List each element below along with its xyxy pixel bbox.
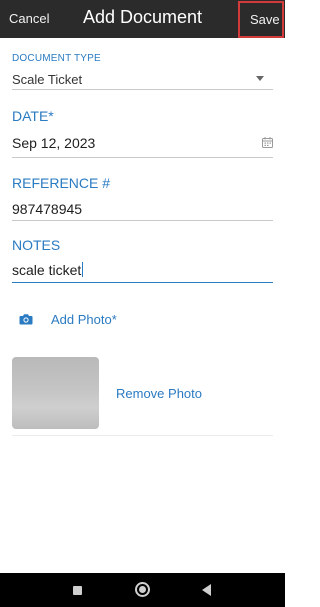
text-cursor	[82, 262, 84, 277]
date-underline	[12, 157, 273, 158]
date-field[interactable]: Sep 12, 2023	[12, 135, 95, 151]
reference-field[interactable]: 987478945	[12, 201, 82, 217]
recent-apps-icon[interactable]	[73, 586, 82, 595]
document-type-label: DOCUMENT TYPE	[12, 53, 101, 64]
photo-divider	[12, 435, 273, 436]
document-type-select[interactable]: Scale Ticket	[12, 72, 82, 87]
back-icon[interactable]	[202, 584, 211, 596]
camera-icon[interactable]	[19, 313, 33, 325]
app-header: Cancel Add Document Save	[0, 0, 285, 38]
date-label: DATE*	[12, 108, 54, 124]
notes-field[interactable]: scale ticket	[12, 262, 84, 278]
add-photo-button[interactable]: Add Photo*	[51, 312, 117, 327]
home-icon-dot	[139, 586, 146, 593]
photo-thumbnail[interactable]	[12, 357, 99, 429]
save-button[interactable]: Save	[250, 12, 280, 27]
reference-underline	[12, 220, 273, 221]
document-type-underline	[12, 89, 273, 90]
calendar-icon[interactable]	[262, 137, 273, 148]
notes-label: NOTES	[12, 237, 61, 253]
chevron-down-icon[interactable]	[256, 76, 264, 81]
reference-label: REFERENCE #	[12, 175, 111, 191]
save-highlight-box: Save	[238, 1, 284, 38]
notes-text: scale ticket	[12, 262, 82, 278]
notes-underline	[12, 282, 273, 283]
remove-photo-button[interactable]: Remove Photo	[116, 386, 202, 401]
